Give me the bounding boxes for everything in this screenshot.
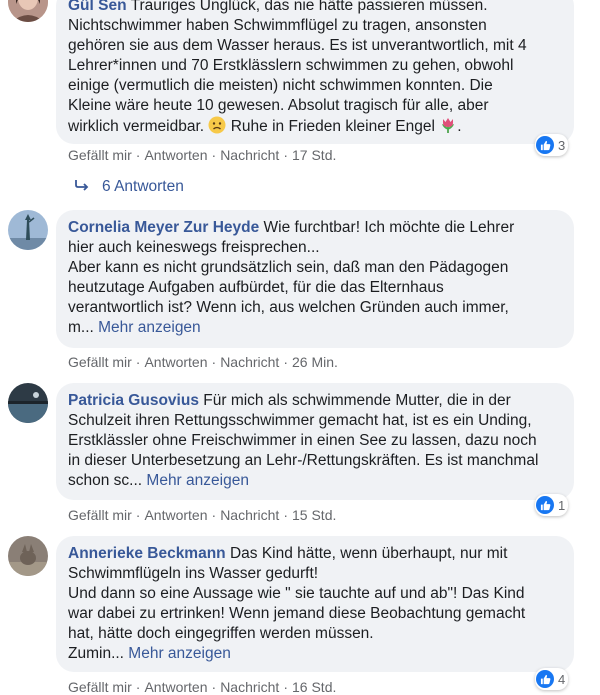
avatar[interactable] [8, 0, 48, 22]
reply-arrow-icon [74, 178, 90, 196]
comment-text: Erstklässler ohne Freischwimmer in einen… [68, 432, 537, 449]
separator: · [211, 507, 217, 523]
replies-label: 6 Antworten [102, 178, 184, 195]
reply-link[interactable]: Antworten [144, 507, 207, 523]
comment-text: heutzutage Aufgaben aufbürdet, für die d… [68, 279, 444, 296]
message-link[interactable]: Nachricht [220, 507, 279, 523]
avatar[interactable] [8, 383, 48, 423]
like-link[interactable]: Gefällt mir [68, 354, 132, 370]
comment-bubble: Annerieke Beckmann Das Kind hätte, wenn … [56, 536, 574, 672]
timestamp[interactable]: 17 Std. [292, 147, 336, 163]
comment-text: Lehrer*innen und 70 Erstklässlern schwim… [68, 57, 514, 74]
comment-text: Zumin... [68, 645, 129, 662]
comment-text: war dabei zu ertrinken! Wenn jemand dies… [68, 605, 526, 622]
comment-text: Schwimmflügeln ins Wasser gedurft! [68, 565, 319, 582]
separator: · [283, 354, 288, 370]
reaction-count[interactable]: 1 [535, 494, 569, 516]
show-more-link[interactable]: Mehr anzeigen [128, 645, 231, 662]
comment-text: Trauriges Unglück, das nie hätte passier… [130, 0, 488, 14]
comment-author[interactable]: Annerieke Beckmann [68, 545, 226, 562]
separator: · [283, 147, 288, 163]
avatar[interactable] [8, 210, 48, 250]
tulip-emoji-icon [439, 116, 457, 140]
comment-text: Ruhe in Frieden kleiner Engel [226, 118, 440, 135]
separator: · [211, 147, 217, 163]
timestamp[interactable]: 26 Min. [292, 354, 338, 370]
reply-link[interactable]: Antworten [144, 147, 207, 163]
sad-face-emoji-icon [208, 116, 226, 140]
comment-actions: Gefällt mir · Antworten · Nachricht · 26 Min. [68, 354, 338, 370]
reaction-count[interactable]: 4 [535, 668, 569, 690]
comment-actions: Gefällt mir · Antworten · Nachricht · 17 Std. [68, 147, 336, 163]
timestamp[interactable]: 15 Std. [292, 507, 336, 523]
reaction-number: 4 [558, 671, 566, 687]
like-icon [536, 670, 554, 688]
comment-text: Schulzeit ihren Rettungsschwimmer gemach… [68, 412, 532, 429]
like-link[interactable]: Gefällt mir [68, 507, 132, 523]
comment-author[interactable]: Gül Sen [68, 0, 127, 14]
comment-text: gehören sie aus dem Wasser heraus. Es is… [68, 37, 527, 54]
separator: · [211, 354, 217, 370]
comment-text: Für mich als schwimmende Mutter, die in … [203, 392, 511, 409]
comment-text: . [457, 118, 462, 135]
view-replies-link[interactable]: 6 Antworten [74, 178, 184, 196]
comment-author[interactable]: Cornelia Meyer Zur Heyde [68, 219, 259, 236]
comment-text: verantwortlich ist? Wenn ich, aus welche… [68, 299, 509, 316]
reaction-number: 1 [558, 497, 566, 513]
comment-text: in dieser Unterbesetzung an Lehr-/Rettun… [68, 452, 539, 469]
comment-text: wirklich vermeidbar. [68, 118, 205, 135]
avatar[interactable] [8, 536, 48, 576]
like-icon [536, 496, 554, 514]
comment-bubble: Cornelia Meyer Zur Heyde Wie furchtbar! … [56, 210, 574, 348]
comment-text: Aber kann es nicht grundsätzlich sein, d… [68, 259, 509, 276]
comment-text: einige (vermutlich die meisten) nicht sc… [68, 77, 493, 94]
comment-text: Und dann so eine Aussage wie " sie tauch… [68, 585, 525, 602]
comment-text: Wie furchtbar! Ich möchte die Lehrer [263, 219, 515, 236]
separator: · [135, 507, 141, 523]
comment-text: schon sc... [68, 472, 147, 489]
like-link[interactable]: Gefällt mir [68, 147, 132, 163]
comment-author[interactable]: Patricia Gusovius [68, 392, 199, 409]
comment-text: m... [68, 319, 99, 336]
message-link[interactable]: Nachricht [220, 354, 279, 370]
separator: · [283, 507, 288, 523]
reply-link[interactable]: Antworten [144, 354, 207, 370]
separator: · [135, 147, 141, 163]
message-link[interactable]: Nachricht [220, 147, 279, 163]
comment-bubble: Patricia Gusovius Für mich als schwimmen… [56, 383, 574, 500]
show-more-link[interactable]: Mehr anzeigen [146, 472, 249, 489]
comment-text: Nichtschwimmer haben Schwimmflügel zu tr… [68, 17, 487, 34]
show-more-link[interactable]: Mehr anzeigen [98, 319, 201, 336]
comment-text: Das Kind hätte, wenn überhaupt, nur mit [229, 545, 508, 562]
comment-text: hat, hätte doch eingegriffen werden müss… [68, 625, 374, 642]
reaction-count[interactable]: 3 [535, 134, 569, 156]
like-icon [536, 136, 554, 154]
separator: · [135, 354, 141, 370]
comment-actions: Gefällt mir · Antworten · Nachricht · 15 Std. [68, 507, 336, 523]
comment-bubble: Gül Sen Trauriges Unglück, das nie hätte… [56, 0, 574, 144]
comment-text: Kleine wäre heute 10 gewesen. Absolut tr… [68, 97, 489, 114]
comment-text: hier auch keineswegs freisprechen... [68, 239, 320, 256]
reaction-number: 3 [558, 137, 566, 153]
